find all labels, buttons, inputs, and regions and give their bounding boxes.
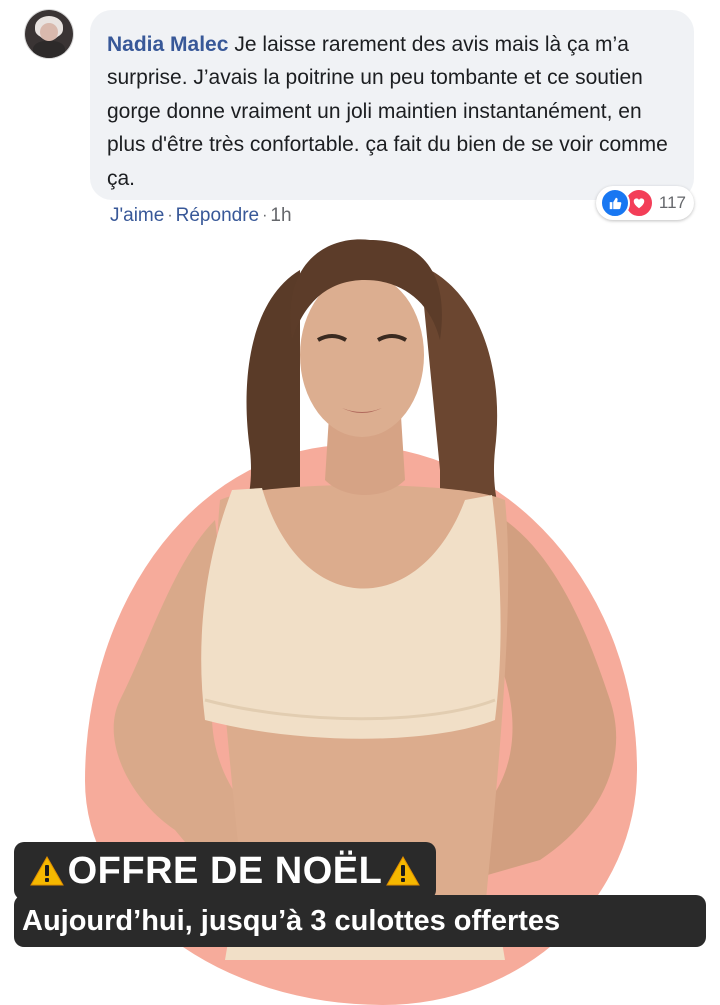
promo-title: OFFRE DE NOËL — [67, 849, 383, 892]
warning-icon — [29, 855, 64, 886]
like-icon — [599, 188, 630, 218]
promo-title-banner: OFFRE DE NOËL — [14, 842, 436, 900]
promo-subtitle: Aujourd’hui, jusqu’à 3 culottes offertes — [22, 904, 561, 937]
warning-icon — [386, 855, 421, 886]
promo-subtitle-banner: Aujourd’hui, jusqu’à 3 culottes offertes — [14, 895, 706, 947]
product-photo — [113, 239, 617, 960]
